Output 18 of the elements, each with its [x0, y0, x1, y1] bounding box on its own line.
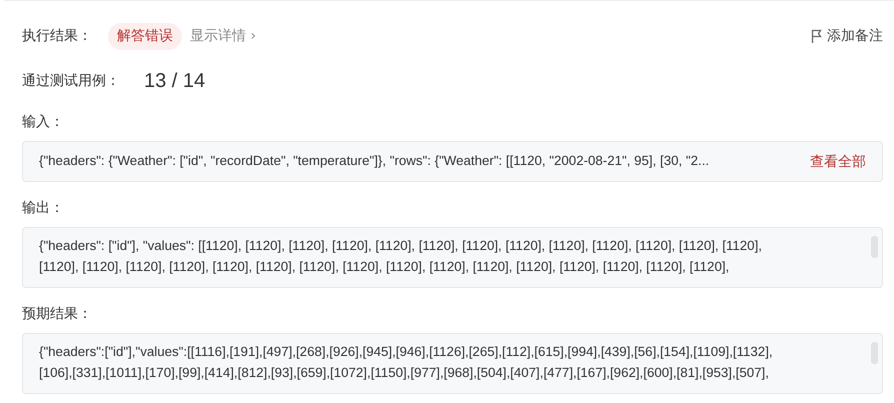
result-status-badge: 解答错误: [108, 23, 182, 50]
passed-label: 通过测试用例：: [22, 72, 120, 90]
code-line: {"headers":["id"],"values":[[1116],[191],[497],[268],[926],[945],[946],[1126],[265],[112],[615],[994],[439],[56],[154],[1109],[1132],: [39, 343, 774, 361]
section-label: 输出：: [22, 199, 65, 218]
result-label: 执行结果：: [22, 27, 92, 46]
code-line: [106],[331],[1011],[170],[99],[414],[812],[93],[659],[1072],[1150],[977],[968],[504],[407],[477],[167],[962],[600],[81],[953],[507],: [39, 364, 770, 382]
code-line: {"headers": ["id"], "values": [[1120], [1120], [1120], [1120], [1120], [1120], [1120], [1120], [1120], [1120], [1120], [1120], [1120],: [39, 237, 763, 255]
section-label: 预期结果：: [22, 305, 93, 324]
add-note-button[interactable]: 添加备注: [811, 26, 883, 47]
scrollbar[interactable]: [871, 236, 878, 258]
show-details-link[interactable]: 显示详情 ›: [190, 26, 256, 47]
flag-icon: [811, 29, 823, 44]
passed-count: 13 / 14: [144, 69, 206, 94]
scrollbar[interactable]: [871, 342, 878, 364]
view-all-link[interactable]: 查看全部: [810, 151, 866, 172]
code-line: [1120], [1120], [1120], [1120], [1120], [1120], [1120], [1120], [1120], [1120], [1120], [1120], [1120], [1120], [1120], [1120],: [39, 258, 730, 276]
code-line: {"headers": {"Weather": ["id", "recordDate", "temperature"]}, "rows": {"Weather": [[1120, "2002-08-21", 95], [30, "2...: [39, 152, 710, 170]
section-label: 输入：: [22, 113, 65, 132]
